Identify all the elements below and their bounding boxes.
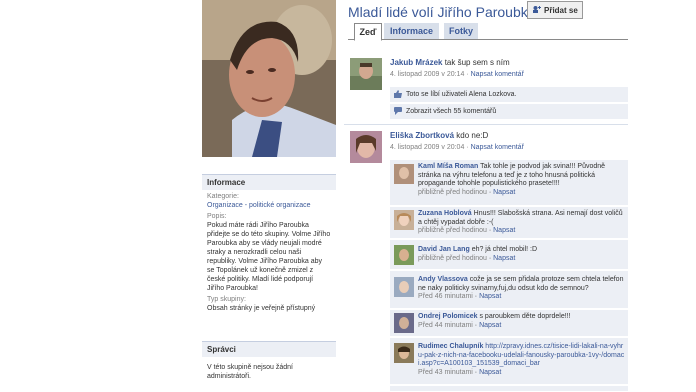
info-box: Informace Kategorie: Organizace - politi… [202,174,336,313]
comment-author-link[interactable]: Andy Vlassova [418,276,468,283]
comment-author-link[interactable]: Kaml Míša Roman [418,163,478,170]
avatar[interactable] [394,313,414,333]
comments-icon [394,106,402,117]
post-author-link[interactable]: Jakub Mrázek [390,58,442,67]
avatar[interactable] [394,343,414,363]
view-all-comments[interactable]: Zobrazit všech 55 komentářů [390,104,628,120]
comment-author-link[interactable]: Ondrej Polomicek [418,313,478,320]
post-meta: 4. listopad 2009 v 20:14 · Napsat koment… [390,71,524,78]
description-value: Pokud máte rádi Jiřího Paroubka přidejte… [207,222,331,292]
comment-author-link[interactable]: Zuzana Hoblová [418,210,472,217]
post-author-link[interactable]: Eliška Zbortková [390,131,454,140]
comment-reply-link[interactable]: Napsat [493,227,515,234]
post-meta: 4. listopad 2009 v 20:04 · Napsat koment… [390,144,524,151]
comment-reply-link[interactable]: Napsat [493,189,515,196]
post-time: 4. listopad 2009 v 20:14 [390,71,465,78]
category-value-link[interactable]: Organizace - politické organizace [207,201,331,210]
avatar[interactable] [350,58,382,90]
tab-photos[interactable]: Fotky [444,23,478,39]
like-text: Toto se líbí uživateli Alena Lozkova. [406,91,517,98]
group-profile-photo[interactable] [202,0,336,157]
comment-text: s paroubkem děte doprdele!!! [479,313,571,320]
category-label: Kategorie: [207,193,239,200]
join-group-label: Přidat se [544,5,578,15]
comment-time: Před 43 minutami [418,368,473,376]
post-header: Eliška Zbortková kdo ne:D [390,131,488,140]
description-label: Popis: [207,213,227,220]
tab-wall[interactable]: Zeď [354,23,382,41]
comment-body: David Jan Lang eh? já chtel mobil! :D př… [418,246,538,262]
comment-reply-link[interactable]: Napsat [479,293,501,300]
avatar[interactable] [394,245,414,265]
comment-body: Ondrej Polomicek s paroubkem děte doprde… [418,313,571,329]
group-type-value: Obsah stránky je veřejně přístupný [207,305,316,312]
avatar[interactable] [394,210,414,230]
comment-time: Před 46 minutami [418,293,473,300]
page-title: Mladí lidé volí Jiřího Paroubka! [348,4,540,20]
left-gutter [0,0,202,392]
comment-time: přibližně před hodinou [418,254,487,262]
comment-time: přibližně před hodinou [418,188,487,196]
comment-reply-link[interactable]: Napsat [493,255,515,262]
tab-bar: Zeď Informace Fotky [348,23,628,41]
comment-time: přibližně před hodinou [418,227,487,234]
left-column: Informace Kategorie: Organizace - politi… [202,157,336,392]
join-group-button[interactable]: Přidat se [527,1,583,19]
comment-author-link[interactable]: David Jan Lang [418,246,470,253]
comment-text: eh? já chtel mobil! :D [471,246,538,253]
admins-box: Správci V této skupině nejsou žádní admi… [202,341,336,381]
comment-body: Andy Vlassova cože ja se sem přidala pro… [418,276,624,300]
post-text: kdo ne:D [456,131,489,140]
admins-box-header: Správci [202,341,336,357]
like-summary: Toto se líbí uživateli Alena Lozkova. [390,87,628,103]
comment-reply-link[interactable]: Napsat [479,369,501,376]
comment-item [390,386,628,392]
comment-author-link[interactable]: Rudimec Chalupník [418,343,483,350]
comment-time: Před 44 minutami [418,321,473,329]
info-box-header: Informace [202,174,336,190]
add-user-icon [532,5,541,16]
comment-reply-link[interactable]: Napsat [479,322,501,329]
admins-text: V této skupině nejsou žádní administráto… [207,364,294,380]
thumbs-up-icon [394,89,402,100]
comment-link[interactable]: Napsat komentář [471,71,524,78]
comment-body: Zuzana Hoblová Hnus!!! Slabošská strana.… [418,210,623,234]
comment-link[interactable]: Napsat komentář [471,144,524,151]
avatar[interactable] [350,131,382,163]
avatar[interactable] [394,164,414,184]
tab-info[interactable]: Informace [384,23,439,39]
avatar[interactable] [394,277,414,297]
post-header: Jakub Mrázek tak šup sem s ním [390,58,510,67]
post-text: tak šup sem s ním [444,58,510,67]
group-type-label: Typ skupiny: [207,296,246,303]
comment-body: Rudimec Chalupník http://zpravy.idnes.cz… [418,343,625,376]
view-all-comments-label: Zobrazit všech 55 komentářů [406,108,497,115]
post-divider [344,124,628,125]
comment-body: Kaml Míša Roman Tak tohle je podvod jak … [418,163,606,196]
post-time: 4. listopad 2009 v 20:04 [390,144,465,151]
